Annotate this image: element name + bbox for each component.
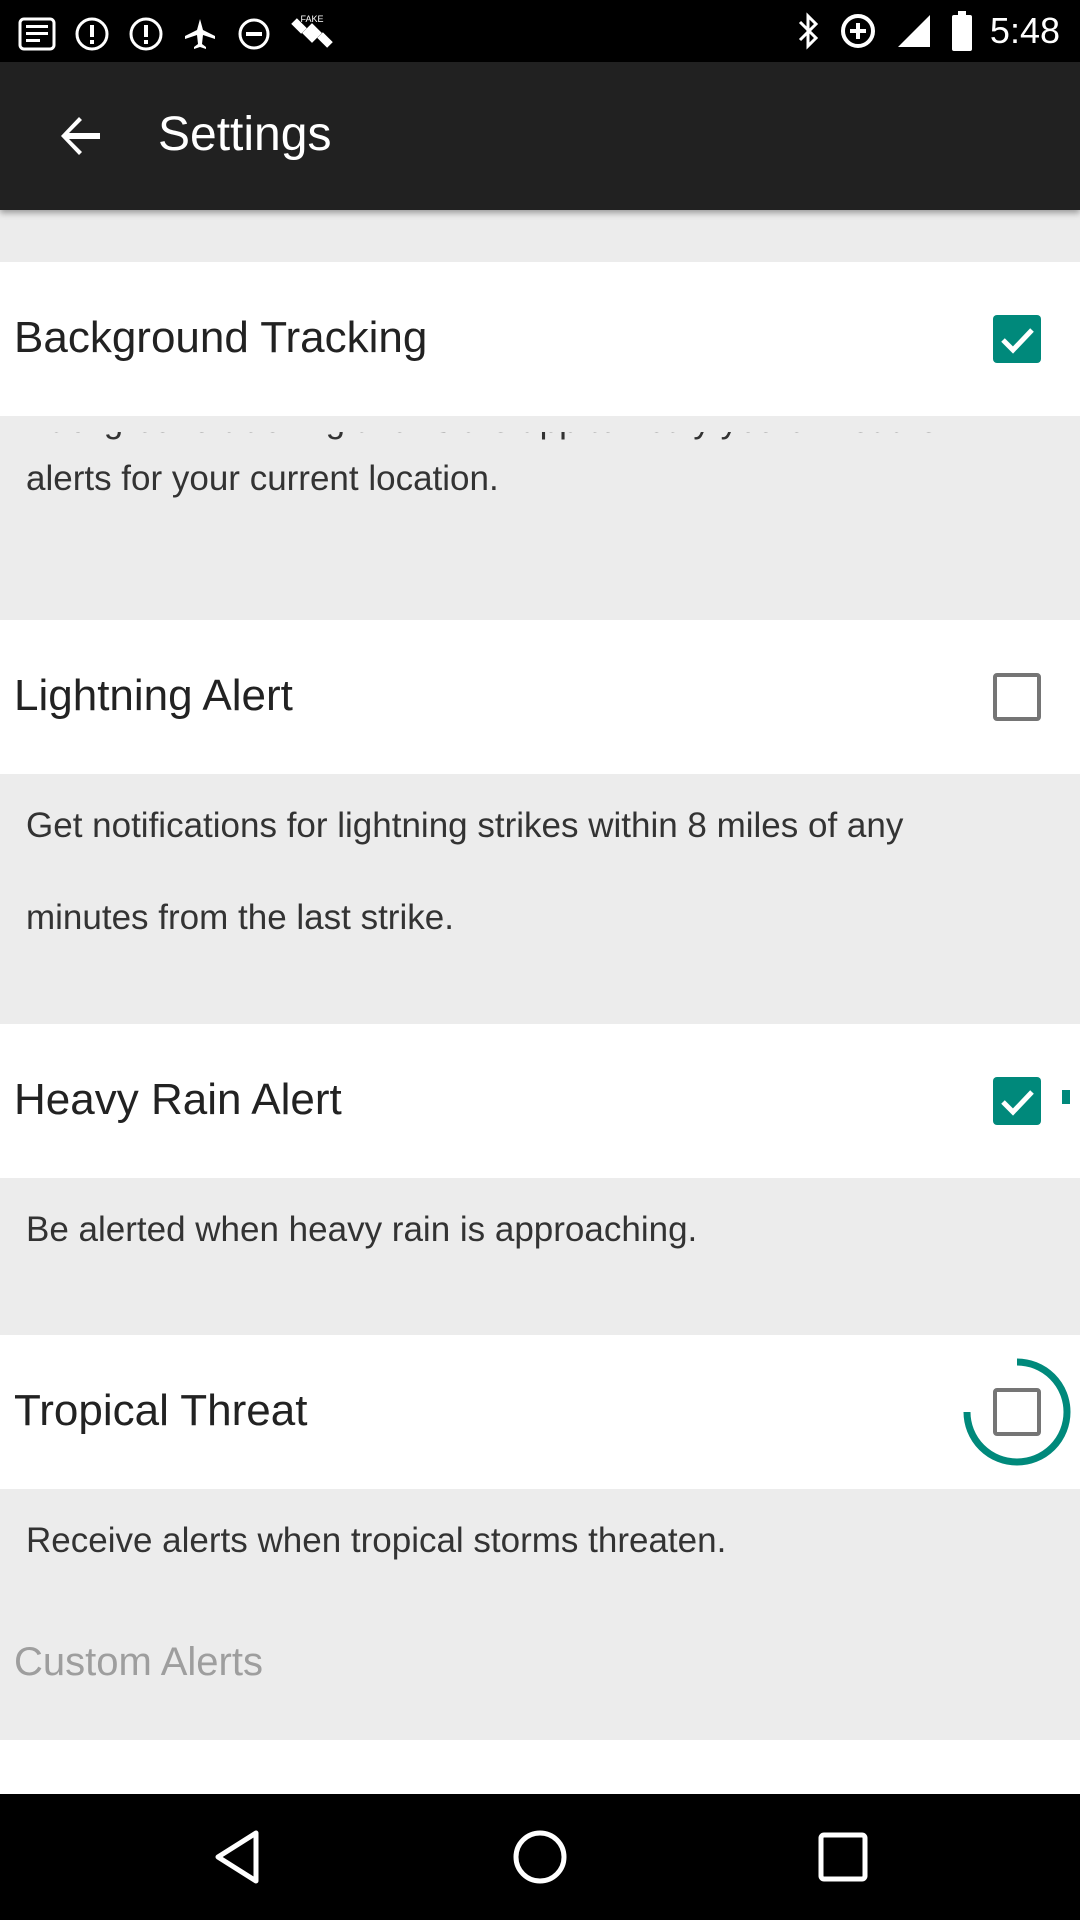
alert-icon: [129, 17, 163, 51]
airplane-slash-icon: [185, 19, 215, 49]
page-title: Settings: [158, 108, 332, 161]
bluetooth-icon: [798, 12, 819, 50]
recents-square-icon: [818, 1832, 868, 1882]
status-bar: FAKE 5:48: [0, 0, 1080, 62]
tropical-threat-description: Receive alerts when tropical storms thre…: [26, 1521, 727, 1560]
background-tracking-checkbox[interactable]: [993, 315, 1041, 363]
tropical-threat-checkbox[interactable]: [993, 1388, 1041, 1436]
battery-icon: [951, 11, 972, 51]
section-header-custom-alerts: Custom Alerts: [14, 1640, 263, 1684]
back-triangle-icon: [215, 1830, 259, 1884]
svg-text:FAKE: FAKE: [300, 14, 323, 24]
setting-description: Background tracking allows the app to no…: [0, 416, 1080, 620]
setting-row-lightning-alert[interactable]: Lightning Alert: [0, 620, 1080, 774]
lightning-alert-description-line-1: Get notifications for lightning strikes …: [26, 806, 904, 845]
status-time: 5:48: [989, 10, 1060, 51]
setting-label: Tropical Threat: [14, 1386, 308, 1435]
setting-description: Be alerted when heavy rain is approachin…: [0, 1178, 1080, 1335]
setting-row-heavy-rain-alert[interactable]: Heavy Rain Alert: [0, 1024, 1080, 1178]
arrow-back-icon: [61, 117, 100, 155]
gallery-icon: [18, 17, 56, 51]
setting-row-tropical-threat[interactable]: Tropical Threat: [0, 1335, 1080, 1489]
setting-row-background-tracking[interactable]: Background Tracking: [0, 262, 1080, 416]
background-tracking-description: Background tracking allows the app to no…: [26, 416, 951, 498]
next-row-partial: [0, 1740, 1080, 1794]
signal-icon: [897, 15, 930, 47]
back-button[interactable]: [40, 96, 120, 176]
fake-gps-icon: FAKE: [291, 14, 333, 48]
setting-label: Lightning Alert: [14, 671, 293, 720]
setting-label: Heavy Rain Alert: [14, 1075, 342, 1124]
check-icon: [1001, 1090, 1034, 1116]
lightning-alert-description-line-2: minutes from the last strike.: [26, 898, 454, 937]
setting-description: Get notifications for lightning strikes …: [0, 774, 1080, 1024]
status-right-icons: 5:48: [796, 8, 1060, 54]
nav-back-button[interactable]: [203, 1822, 273, 1892]
check-icon: [1001, 328, 1034, 354]
circle-dash-icon: [238, 18, 270, 50]
alert-icon: [75, 17, 109, 51]
nav-home-button[interactable]: [505, 1822, 575, 1892]
status-left-icons: FAKE: [18, 12, 334, 56]
nav-recents-button[interactable]: [808, 1822, 878, 1892]
home-circle-icon: [513, 1830, 567, 1884]
data-saver-icon: [840, 14, 875, 48]
ripple-fragment: [1062, 1090, 1070, 1104]
setting-label: Background Tracking: [14, 313, 428, 362]
heavy-rain-alert-checkbox[interactable]: [993, 1077, 1041, 1125]
navigation-bar: [0, 1794, 1080, 1920]
app-bar: Settings: [0, 62, 1080, 210]
lightning-alert-checkbox[interactable]: [993, 673, 1041, 721]
heavy-rain-alert-description: Be alerted when heavy rain is approachin…: [26, 1210, 698, 1249]
